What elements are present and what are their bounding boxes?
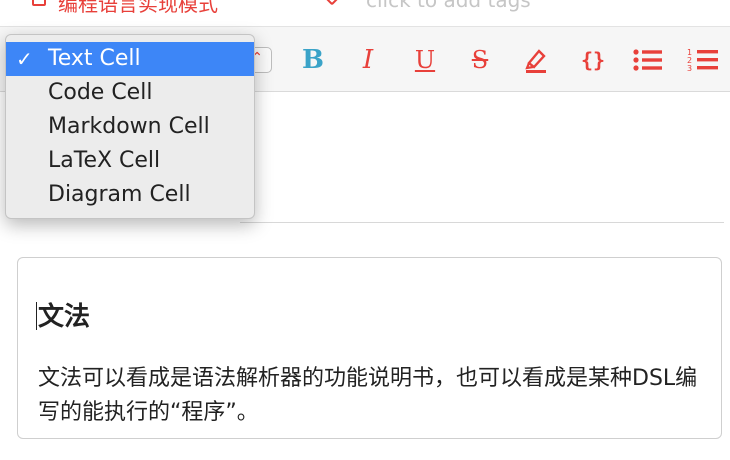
- menu-item-latex-cell[interactable]: LaTeX Cell: [6, 144, 254, 178]
- menu-item-label: LaTeX Cell: [48, 148, 161, 173]
- strikethrough-button[interactable]: S: [466, 45, 494, 75]
- highlighter-icon: [525, 49, 546, 73]
- menu-item-label: Code Cell: [48, 80, 153, 105]
- notebook-title[interactable]: 编程语言实现模式: [58, 0, 218, 17]
- tags-input[interactable]: click to add tags: [366, 0, 531, 12]
- italic-button[interactable]: I: [354, 45, 382, 75]
- bulleted-list-icon: [633, 49, 662, 71]
- bulleted-list-button[interactable]: [632, 45, 664, 75]
- numbered-list-icon: 1 2 3: [687, 48, 718, 73]
- tag-icon: [323, 0, 341, 6]
- cell-paragraph[interactable]: 文法可以看成是语法解析器的功能说明书，也可以看成是某种DSL编写的能执行的“程序…: [38, 362, 708, 430]
- code-button[interactable]: {}: [576, 45, 610, 75]
- text-cursor: [36, 302, 37, 330]
- text-cell[interactable]: 文法 文法可以看成是语法解析器的功能说明书，也可以看成是某种DSL编写的能执行的…: [17, 257, 722, 439]
- menu-item-markdown-cell[interactable]: Markdown Cell: [6, 110, 254, 144]
- notebook-icon: [32, 0, 46, 6]
- notebook-meta-bar: 编程语言实现模式 click to add tags: [0, 0, 730, 27]
- cell-heading[interactable]: 文法: [38, 296, 90, 333]
- menu-item-diagram-cell[interactable]: Diagram Cell: [6, 178, 254, 212]
- highlight-button[interactable]: [521, 45, 551, 75]
- menu-item-label: Diagram Cell: [48, 182, 191, 207]
- previous-cell[interactable]: [240, 92, 724, 223]
- menu-item-label: Markdown Cell: [48, 114, 210, 139]
- svg-text:3: 3: [687, 64, 692, 73]
- menu-item-code-cell[interactable]: Code Cell: [6, 76, 254, 110]
- numbered-list-button[interactable]: 1 2 3: [686, 45, 720, 75]
- underline-button[interactable]: U: [411, 45, 439, 75]
- menu-item-label: Text Cell: [48, 46, 141, 71]
- menu-item-text-cell[interactable]: ✓ Text Cell: [6, 42, 254, 76]
- cell-type-dropdown: ✓ Text Cell Code Cell Markdown Cell LaTe…: [5, 34, 255, 219]
- checkmark-icon: ✓: [16, 47, 33, 71]
- bold-button[interactable]: B: [299, 45, 327, 75]
